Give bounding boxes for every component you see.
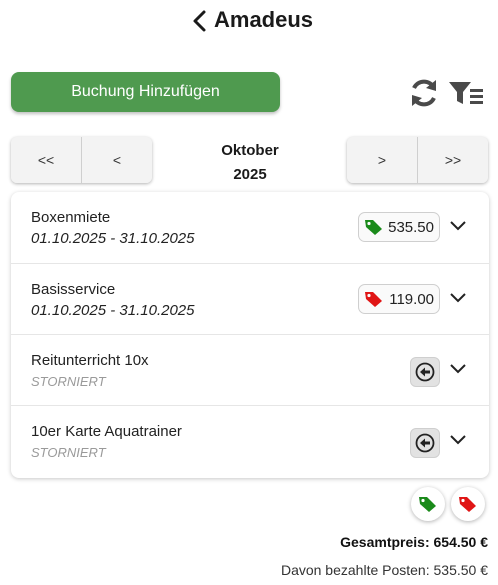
booking-name: 10er Karte Aquatrainer: [31, 423, 182, 440]
first-month-button[interactable]: <<: [11, 137, 81, 183]
restore-button[interactable]: [410, 428, 440, 458]
chevron-left-icon[interactable]: [190, 8, 210, 34]
last-month-button[interactable]: >>: [417, 137, 488, 183]
booking-row[interactable]: Reitunterricht 10x STORNIERT: [11, 334, 489, 405]
page-title: Amadeus: [214, 7, 314, 32]
booking-amount: 119.00: [389, 291, 434, 308]
booking-name: Boxenmiete: [31, 209, 111, 226]
tag-green-icon: [365, 220, 382, 235]
tag-red-icon: [365, 292, 382, 307]
booking-period: 01.10.2025 - 31.10.2025: [31, 230, 195, 247]
month-nav-forward-group: > >>: [347, 137, 488, 183]
filter-icon[interactable]: [448, 80, 484, 106]
chevron-down-icon[interactable]: [449, 361, 467, 375]
next-month-button[interactable]: >: [347, 137, 417, 183]
arrow-left-circle-icon: [415, 362, 435, 382]
booking-period: 01.10.2025 - 31.10.2025: [31, 302, 195, 319]
booking-name: Basisservice: [31, 281, 116, 298]
tag-red-icon: [459, 497, 476, 512]
chevron-down-icon[interactable]: [449, 432, 467, 446]
previous-month-button[interactable]: <: [81, 137, 152, 183]
booking-status: STORNIERT: [31, 445, 106, 460]
booking-row[interactable]: 10er Karte Aquatrainer STORNIERT: [11, 405, 489, 476]
total-price: Gesamtpreis: 654.50 €: [340, 534, 488, 550]
chevron-down-icon[interactable]: [449, 290, 467, 304]
arrow-left-circle-icon: [415, 433, 435, 453]
booking-row[interactable]: Basisservice 01.10.2025 - 31.10.2025 119…: [11, 263, 489, 334]
restore-button[interactable]: [410, 357, 440, 387]
booking-status: STORNIERT: [31, 374, 106, 389]
filter-unpaid-button[interactable]: [451, 487, 485, 521]
add-booking-button[interactable]: Buchung Hinzufügen: [11, 72, 280, 112]
price-chip-unpaid[interactable]: 119.00: [358, 284, 440, 314]
tag-green-icon: [419, 497, 436, 512]
header: Amadeus: [0, 0, 498, 42]
month-label: Oktober 2025: [190, 139, 310, 187]
filter-paid-button[interactable]: [411, 487, 445, 521]
price-chip-paid[interactable]: 535.50: [358, 212, 440, 242]
booking-row[interactable]: Boxenmiete 01.10.2025 - 31.10.2025 535.5…: [11, 192, 489, 263]
month-nav-back-group: << <: [11, 137, 152, 183]
paid-amount: Davon bezahlte Posten: 535.50 €: [280, 562, 488, 578]
month-name: Oktober: [221, 142, 279, 159]
chevron-down-icon[interactable]: [449, 218, 467, 232]
booking-list: Boxenmiete 01.10.2025 - 31.10.2025 535.5…: [11, 192, 489, 478]
refresh-icon[interactable]: [408, 76, 440, 110]
booking-name: Reitunterricht 10x: [31, 352, 149, 369]
booking-amount: 535.50: [388, 219, 434, 236]
month-year: 2025: [233, 166, 267, 183]
